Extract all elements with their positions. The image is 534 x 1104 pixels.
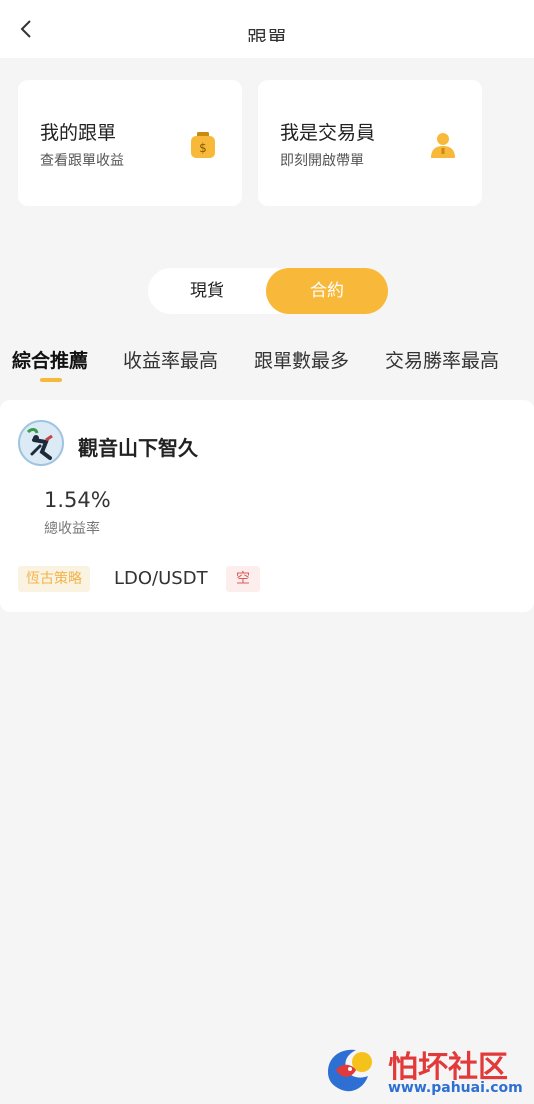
page-title: 跟單 <box>247 26 287 42</box>
my-copy-trading-subtitle: 查看跟單收益 <box>40 153 124 169</box>
sort-tabs: 綜合推薦 收益率最高 跟單數最多 交易勝率最高 <box>0 346 534 382</box>
tab-highest-win-rate[interactable]: 交易勝率最高 <box>385 346 499 373</box>
top-nav-bar: 跟單 <box>0 0 534 58</box>
wallet-icon: $ <box>191 132 215 158</box>
watermark-url: www.pahuai.com <box>388 1080 523 1096</box>
watermark-logo-icon <box>328 1049 372 1092</box>
become-trader-card[interactable]: 我是交易員 即刻開啟帶單 <box>258 80 482 206</box>
tab-most-followers[interactable]: 跟單數最多 <box>254 346 349 373</box>
total-return-value: 1.54% <box>44 488 111 512</box>
spot-tab[interactable]: 現貨 <box>148 268 266 314</box>
active-tab-indicator <box>40 378 62 382</box>
site-watermark: 怕坏社区 www.pahuai.com <box>322 1040 534 1100</box>
market-type-toggle: 現貨 合約 <box>148 268 388 314</box>
trader-card[interactable]: 觀音山下智久 1.54% 總收益率 恆古策略 LDO/USDT 空 <box>0 400 534 612</box>
user-icon <box>431 133 455 158</box>
svg-text:$: $ <box>199 141 207 155</box>
contract-tab[interactable]: 合約 <box>266 268 388 314</box>
total-return-label: 總收益率 <box>44 521 100 537</box>
strategy-tag: 恆古策略 <box>18 566 90 592</box>
short-position-badge: 空 <box>226 566 260 592</box>
avatar-image-icon <box>20 422 62 464</box>
trader-name: 觀音山下智久 <box>78 436 198 460</box>
become-trader-subtitle: 即刻開啟帶單 <box>280 153 364 169</box>
avatar <box>18 420 64 466</box>
tab-highest-return[interactable]: 收益率最高 <box>123 346 218 373</box>
tab-recommended[interactable]: 綜合推薦 <box>12 346 88 373</box>
trading-pair: LDO/USDT <box>114 568 208 589</box>
entry-cards: 我的跟單 查看跟單收益 $ 我是交易員 即刻開啟帶單 <box>18 80 516 206</box>
my-copy-trading-card[interactable]: 我的跟單 查看跟單收益 $ <box>18 80 242 206</box>
my-copy-trading-title: 我的跟單 <box>40 122 117 144</box>
become-trader-title: 我是交易員 <box>280 122 376 144</box>
